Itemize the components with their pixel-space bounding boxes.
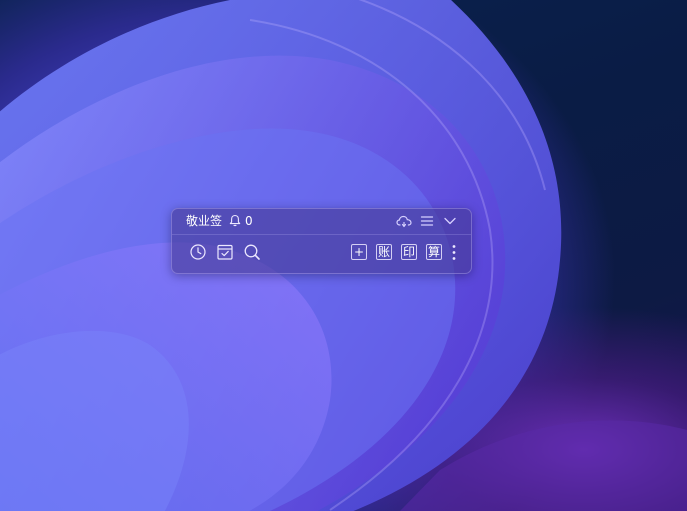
calculator-button[interactable]: 算 xyxy=(426,244,442,260)
ledger-button[interactable]: 账 xyxy=(376,244,392,260)
calendar-check-icon[interactable] xyxy=(216,243,234,261)
search-icon[interactable] xyxy=(243,243,261,261)
cloud-sync-icon[interactable] xyxy=(396,214,412,228)
chevron-down-icon[interactable] xyxy=(442,214,458,228)
widget-title: 敬业签 xyxy=(186,214,223,228)
more-options-icon[interactable] xyxy=(451,244,457,261)
clock-icon[interactable] xyxy=(189,243,207,261)
print-button[interactable]: 印 xyxy=(401,244,417,260)
desktop: 敬业签 0 + 账 印 算 xyxy=(0,0,687,511)
widget-header[interactable]: 敬业签 0 xyxy=(172,209,471,235)
widget-toolbar: + 账 印 算 xyxy=(172,235,471,273)
sticky-note-widget[interactable]: 敬业签 0 + 账 印 算 xyxy=(171,208,472,274)
reminder-count: 0 xyxy=(245,214,253,228)
add-note-button[interactable]: + xyxy=(351,244,367,260)
menu-icon[interactable] xyxy=(419,214,435,228)
bell-icon[interactable] xyxy=(229,214,241,227)
